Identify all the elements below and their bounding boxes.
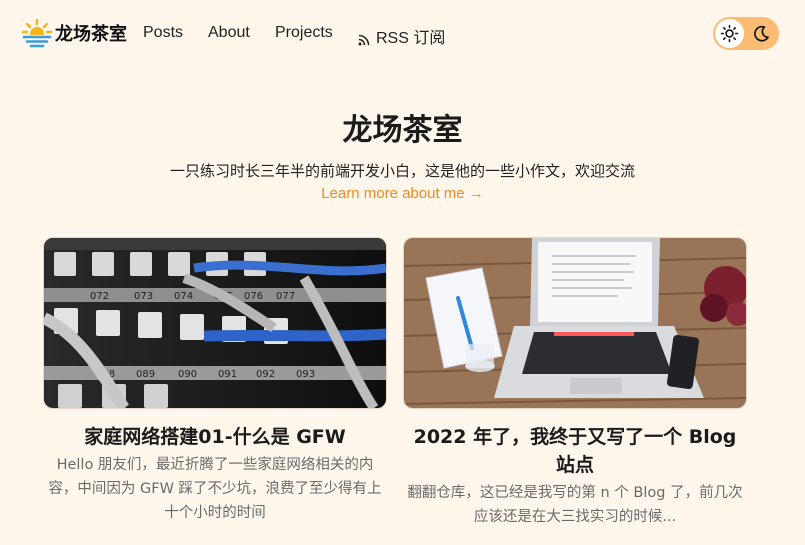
nav-rss[interactable]: RSS 订阅 xyxy=(358,24,445,48)
light-mode-button[interactable] xyxy=(715,19,744,48)
site-brand[interactable]: 龙场茶室 xyxy=(55,20,127,46)
nav-projects[interactable]: Projects xyxy=(275,24,333,42)
rss-label: RSS 订阅 xyxy=(376,30,446,47)
site-header: 龙场茶室 Posts About Projects RSS 订阅 xyxy=(0,0,805,66)
post-excerpt: 翻翻仓库，这已经是我写的第 n 个 Blog 了，前几次应该还是在大三找实习的时… xyxy=(407,485,743,525)
port-label: 090 xyxy=(178,369,197,380)
port-label: 076 xyxy=(244,291,263,302)
post-thumbnail[interactable] xyxy=(403,237,747,409)
rss-icon xyxy=(358,33,370,46)
hero-subtitle: 一只练习时长三年半的前端开发小白，这是他的一些小作文，欢迎交流 xyxy=(169,162,635,180)
port-label: 073 xyxy=(134,291,153,302)
post-title[interactable]: 家庭网络搭建01-什么是 GFW xyxy=(43,423,387,451)
nav-about[interactable]: About xyxy=(208,24,250,42)
port-label: 089 xyxy=(136,369,155,380)
learn-more-link[interactable]: Learn more about me → xyxy=(0,185,805,202)
sun-icon xyxy=(720,24,739,43)
post-card[interactable]: 2022 年了，我终于又写了一个 Blog 站点 翻翻仓库，这已经是我写的第 n… xyxy=(403,237,747,529)
post-excerpt: Hello 朋友们，最近折腾了一些家庭网络相关的内容，中间因为 GFW 踩了不少… xyxy=(48,457,382,521)
theme-toggle[interactable] xyxy=(713,17,779,50)
port-label: 077 xyxy=(276,291,295,302)
hero-title: 龙场茶室 xyxy=(342,113,463,148)
port-label: 093 xyxy=(296,369,315,380)
port-label: 091 xyxy=(218,369,237,380)
port-label: 072 xyxy=(90,291,109,302)
post-card[interactable]: 072 073 074 075 076 077 088 089 090 091 xyxy=(43,237,387,525)
post-thumbnail[interactable]: 072 073 074 075 076 077 088 089 090 091 xyxy=(43,237,387,409)
post-title[interactable]: 2022 年了，我终于又写了一个 Blog 站点 xyxy=(403,423,747,479)
logo-icon[interactable] xyxy=(21,18,53,49)
nav-posts[interactable]: Posts xyxy=(143,24,183,42)
moon-icon[interactable] xyxy=(747,19,776,48)
port-label: 092 xyxy=(256,369,275,380)
port-label: 074 xyxy=(174,291,193,302)
